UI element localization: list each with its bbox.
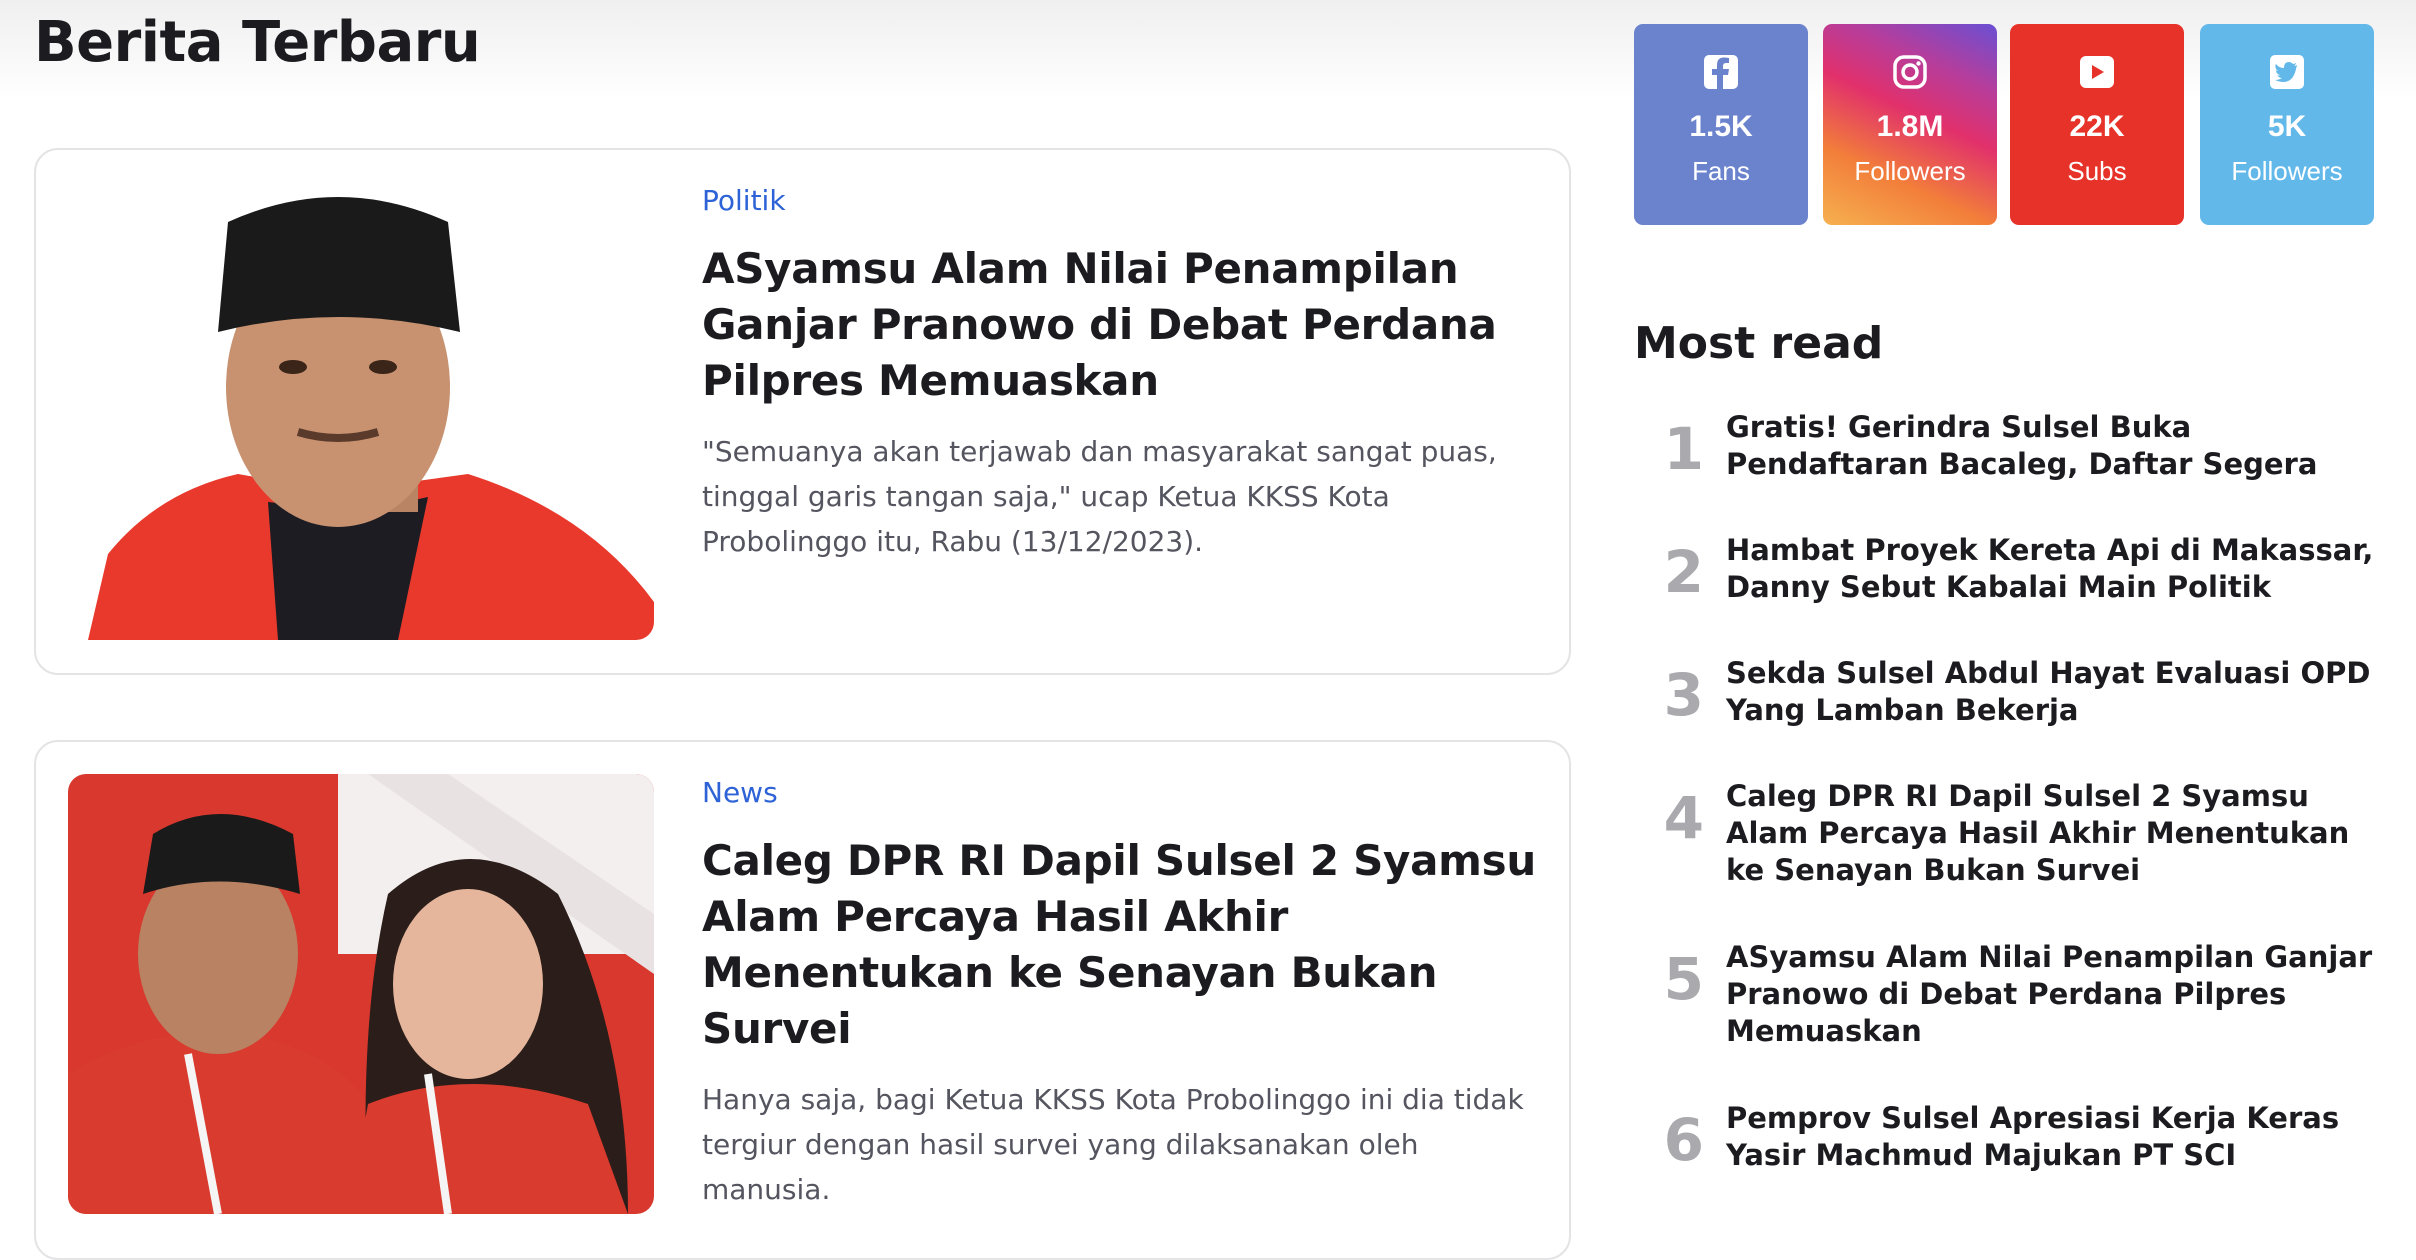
most-read-link[interactable]: ASyamsu Alam Nilai Penampilan Ganjar Pra… [1726,939,2376,1050]
twitter-tile[interactable]: 5K Followers [2200,24,2374,225]
photo-image [68,774,654,1214]
portrait-image [68,182,654,640]
instagram-icon [1823,54,1997,96]
facebook-label: Fans [1692,156,1750,186]
most-read-item[interactable]: 4 Caleg DPR RI Dapil Sulsel 2 Syamsu Ala… [1634,774,2374,935]
most-read-item[interactable]: 5 ASyamsu Alam Nilai Penampilan Ganjar P… [1634,935,2374,1096]
most-read-link[interactable]: Hambat Proyek Kereta Api di Makassar, Da… [1726,532,2376,606]
youtube-icon [2010,54,2184,96]
most-read-link[interactable]: Pemprov Sulsel Apresiasi Kerja Keras Yas… [1726,1100,2376,1174]
instagram-count: 1.8M [1876,110,1944,143]
most-read-list: 1 Gratis! Gerindra Sulsel Buka Pendaftar… [1634,405,2374,1206]
most-read-item[interactable]: 3 Sekda Sulsel Abdul Hayat Evaluasi OPD … [1634,651,2374,774]
most-read-link[interactable]: Gratis! Gerindra Sulsel Buka Pendaftaran… [1726,409,2376,483]
section-title: Berita Terbaru [34,10,481,75]
most-read-title: Most read [1634,318,1884,369]
article-excerpt: "Semuanya akan terjawab dan masyarakat s… [702,435,1497,558]
article-card[interactable]: Politik ASyamsu Alam Nilai Penampilan Ga… [34,148,1571,675]
article-title[interactable]: ASyamsu Alam Nilai Penampilan Ganjar Pra… [702,241,1552,409]
twitter-count: 5K [2267,110,2307,143]
youtube-count: 22K [2069,110,2125,143]
article-thumbnail[interactable] [68,774,654,1214]
most-read-link[interactable]: Sekda Sulsel Abdul Hayat Evaluasi OPD Ya… [1726,655,2376,729]
rank-number: 2 [1663,538,1704,606]
most-read-link[interactable]: Caleg DPR RI Dapil Sulsel 2 Syamsu Alam … [1726,778,2376,889]
rank-number: 6 [1663,1106,1704,1174]
facebook-count: 1.5K [1689,110,1753,143]
article-thumbnail[interactable] [68,182,654,640]
instagram-label: Followers [1854,156,1966,186]
facebook-tile[interactable]: 1.5K Fans [1634,24,1808,225]
rank-number: 3 [1663,661,1704,729]
rank-number: 1 [1663,415,1704,483]
instagram-tile[interactable]: 1.8M Followers [1823,24,1997,225]
article-title[interactable]: Caleg DPR RI Dapil Sulsel 2 Syamsu Alam … [702,833,1552,1057]
youtube-label: Subs [2067,156,2127,186]
article-excerpt: Hanya saja, bagi Ketua KKSS Kota Proboli… [702,1083,1524,1206]
youtube-tile[interactable]: 22K Subs [2010,24,2184,225]
article-category[interactable]: News [702,776,1552,809]
most-read-item[interactable]: 2 Hambat Proyek Kereta Api di Makassar, … [1634,528,2374,651]
most-read-item[interactable]: 1 Gratis! Gerindra Sulsel Buka Pendaftar… [1634,405,2374,528]
article-category[interactable]: Politik [702,184,1552,217]
most-read-item[interactable]: 6 Pemprov Sulsel Apresiasi Kerja Keras Y… [1634,1096,2374,1206]
twitter-icon [2200,54,2374,96]
twitter-label: Followers [2231,156,2343,186]
rank-number: 5 [1663,945,1704,1013]
article-card[interactable]: News Caleg DPR RI Dapil Sulsel 2 Syamsu … [34,740,1571,1260]
rank-number: 4 [1663,784,1704,852]
facebook-icon [1634,54,1808,96]
